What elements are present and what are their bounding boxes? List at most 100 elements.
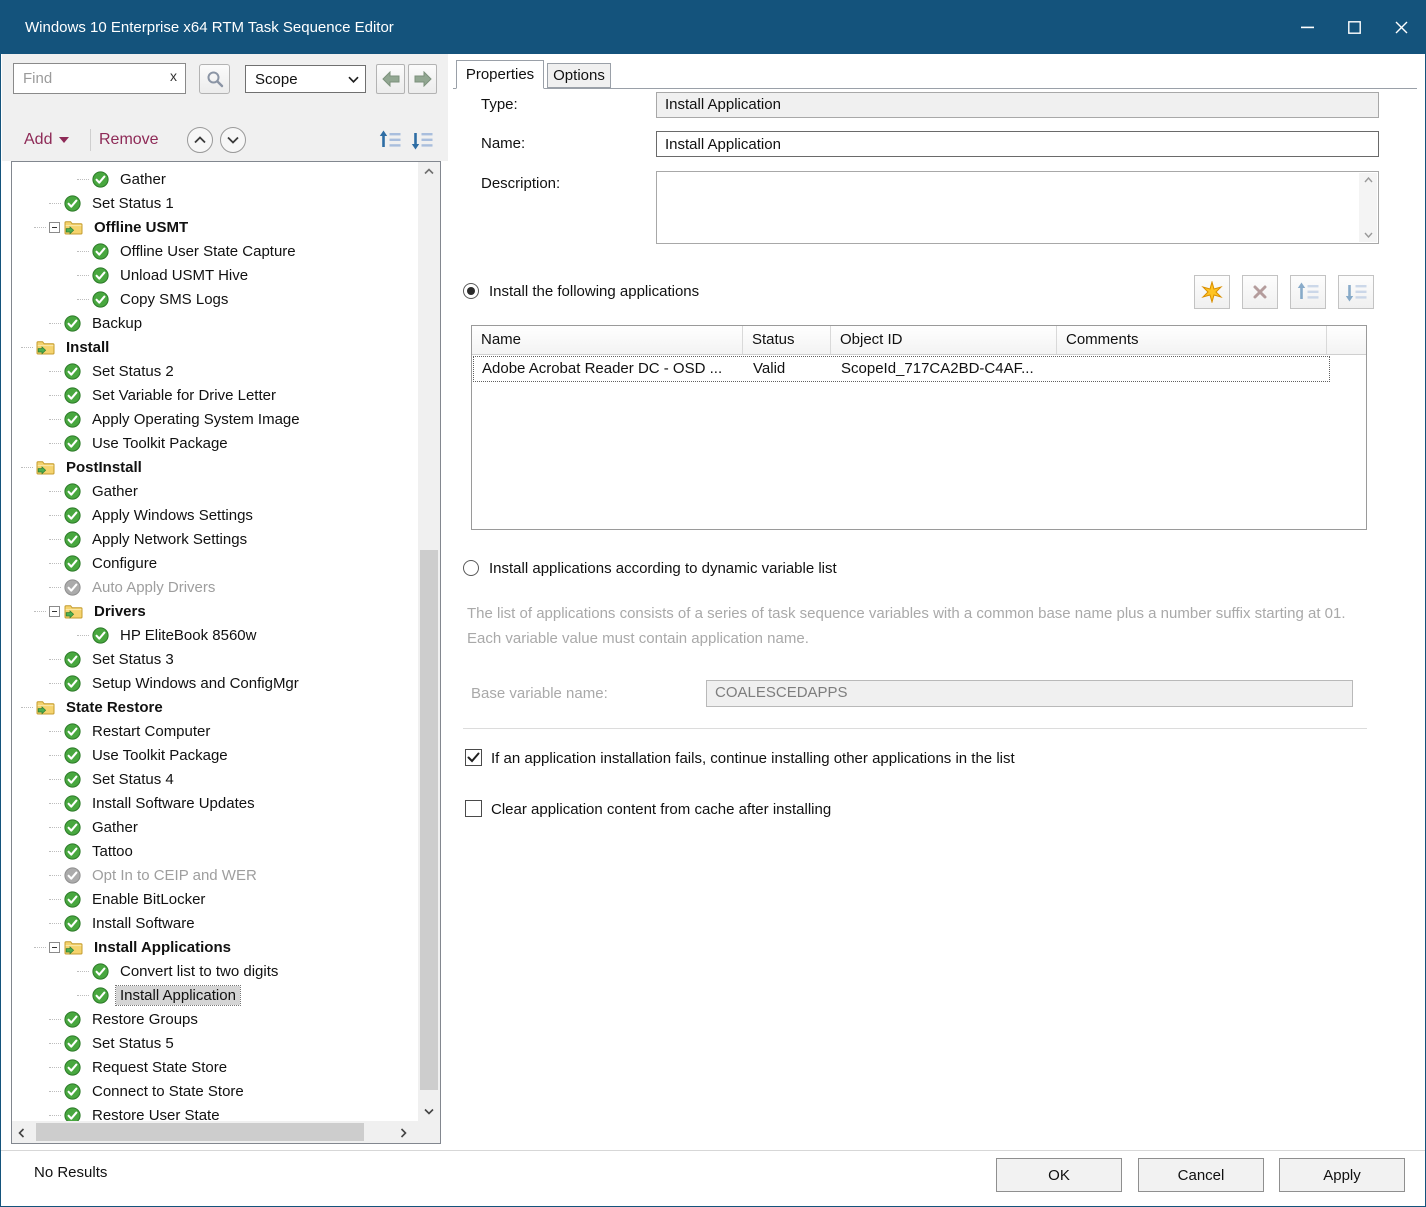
dynamic-list-radio[interactable] xyxy=(463,560,479,576)
tree-item-label: Gather xyxy=(88,482,142,501)
tree-step-row[interactable]: Apply Network Settings xyxy=(12,527,418,551)
tab-options[interactable]: Options xyxy=(547,63,611,88)
find-input[interactable] xyxy=(13,63,186,94)
tree-step-row[interactable]: Set Variable for Drive Letter xyxy=(12,383,418,407)
column-header-status[interactable]: Status xyxy=(743,326,831,354)
move-step-down-button[interactable] xyxy=(410,128,434,152)
tree-step-row[interactable]: Apply Windows Settings xyxy=(12,503,418,527)
install-apps-radio[interactable] xyxy=(463,283,479,299)
tree-step-row[interactable]: Set Status 1 xyxy=(12,191,418,215)
tree-step-row[interactable]: Gather xyxy=(12,815,418,839)
tab-properties[interactable]: Properties xyxy=(456,60,544,89)
tree-group-row[interactable]: Install Applications xyxy=(12,935,418,959)
collapse-toggle-icon[interactable] xyxy=(49,606,60,617)
base-variable-field: COALESCEDAPPS xyxy=(706,680,1353,707)
step-check-icon xyxy=(64,1011,81,1028)
name-label: Name: xyxy=(481,135,525,152)
close-button[interactable] xyxy=(1378,1,1425,54)
name-input[interactable] xyxy=(656,131,1379,157)
tree-vertical-scrollbar[interactable] xyxy=(418,162,440,1121)
tree-step-row[interactable]: Enable BitLocker xyxy=(12,887,418,911)
tree-step-row[interactable]: Offline User State Capture xyxy=(12,239,418,263)
tree-step-row[interactable]: Tattoo xyxy=(12,839,418,863)
collapse-toggle-icon[interactable] xyxy=(49,942,60,953)
tree-connector xyxy=(77,179,89,180)
tree-group-row[interactable]: Offline USMT xyxy=(12,215,418,239)
tree-step-row[interactable]: Set Status 3 xyxy=(12,647,418,671)
maximize-button[interactable] xyxy=(1331,1,1378,54)
tree-step-row[interactable]: Set Status 5 xyxy=(12,1031,418,1055)
tree-horizontal-scroll-thumb[interactable] xyxy=(36,1123,364,1141)
task-sequence-tree: GatherSet Status 1Offline USMTOffline Us… xyxy=(11,161,441,1144)
minimize-button[interactable] xyxy=(1284,1,1331,54)
add-button[interactable]: Add xyxy=(24,127,69,153)
cancel-button[interactable]: Cancel xyxy=(1138,1158,1264,1192)
tree-step-row[interactable]: Set Status 2 xyxy=(12,359,418,383)
navigate-forward-button[interactable] xyxy=(408,64,437,94)
tree-group-row[interactable]: Drivers xyxy=(12,599,418,623)
tree-step-row[interactable]: Opt In to CEIP and WER xyxy=(12,863,418,887)
remove-button[interactable]: Remove xyxy=(99,127,159,153)
tree-step-row[interactable]: Install Software Updates xyxy=(12,791,418,815)
column-header-name[interactable]: Name xyxy=(472,326,743,354)
apply-button[interactable]: Apply xyxy=(1279,1158,1405,1192)
application-cell: Adobe Acrobat Reader DC - OSD ... xyxy=(473,356,744,382)
tree-connector xyxy=(49,1091,61,1092)
tree-group-row[interactable]: State Restore xyxy=(12,695,418,719)
tree-connector xyxy=(49,923,61,924)
tree-group-row[interactable]: Install xyxy=(12,335,418,359)
ok-button[interactable]: OK xyxy=(996,1158,1122,1192)
tree-step-row[interactable]: Restore User State xyxy=(12,1103,418,1121)
new-application-button[interactable] xyxy=(1194,275,1230,309)
navigate-back-button[interactable] xyxy=(376,64,405,94)
tree-step-row[interactable]: Copy SMS Logs xyxy=(12,287,418,311)
delete-application-button[interactable] xyxy=(1242,275,1278,309)
tree-step-row[interactable]: Backup xyxy=(12,311,418,335)
expand-all-button[interactable] xyxy=(220,127,246,153)
scope-dropdown[interactable]: Scope xyxy=(245,65,366,93)
tree-vertical-scroll-thumb[interactable] xyxy=(420,550,438,1090)
tree-step-row[interactable]: Set Status 4 xyxy=(12,767,418,791)
tree-step-row[interactable]: Install Software xyxy=(12,911,418,935)
tree-step-row[interactable]: HP EliteBook 8560w xyxy=(12,623,418,647)
delete-x-icon xyxy=(1251,283,1269,301)
tree-step-row[interactable]: Setup Windows and ConfigMgr xyxy=(12,671,418,695)
tree-step-row[interactable]: Install Application xyxy=(12,983,418,1007)
tree-step-row[interactable]: Unload USMT Hive xyxy=(12,263,418,287)
tree-step-row[interactable]: Request State Store xyxy=(12,1055,418,1079)
tree-step-row[interactable]: Use Toolkit Package xyxy=(12,431,418,455)
application-row[interactable]: Adobe Acrobat Reader DC - OSD ...ValidSc… xyxy=(473,356,1330,382)
scroll-up-icon[interactable] xyxy=(1359,177,1377,183)
move-application-down-button[interactable] xyxy=(1338,275,1374,309)
scroll-left-icon[interactable] xyxy=(18,1128,25,1138)
move-step-up-button[interactable] xyxy=(378,128,402,152)
description-scrollbar[interactable] xyxy=(1359,173,1377,242)
tree-step-row[interactable]: Apply Operating System Image xyxy=(12,407,418,431)
scroll-down-icon[interactable] xyxy=(418,1108,440,1115)
scroll-down-icon[interactable] xyxy=(1359,232,1377,238)
tree-step-row[interactable]: Restore Groups xyxy=(12,1007,418,1031)
tree-horizontal-scrollbar[interactable] xyxy=(12,1121,418,1143)
tree-step-row[interactable]: Auto Apply Drivers xyxy=(12,575,418,599)
tree-step-row[interactable]: Gather xyxy=(12,167,418,191)
move-application-up-button[interactable] xyxy=(1290,275,1326,309)
collapse-toggle-icon[interactable] xyxy=(49,222,60,233)
continue-on-fail-checkbox[interactable] xyxy=(465,749,482,766)
tree-step-row[interactable]: Restart Computer xyxy=(12,719,418,743)
tree-step-row[interactable]: Gather xyxy=(12,479,418,503)
tree-step-row[interactable]: Use Toolkit Package xyxy=(12,743,418,767)
find-clear-icon[interactable]: x xyxy=(170,68,177,84)
tree-item-label: Install Application xyxy=(116,986,240,1005)
search-button[interactable] xyxy=(199,64,230,94)
clear-cache-checkbox[interactable] xyxy=(465,800,482,817)
scroll-up-icon[interactable] xyxy=(418,168,440,175)
tree-step-row[interactable]: Convert list to two digits xyxy=(12,959,418,983)
tree-group-row[interactable]: PostInstall xyxy=(12,455,418,479)
tree-step-row[interactable]: Connect to State Store xyxy=(12,1079,418,1103)
collapse-all-button[interactable] xyxy=(187,127,213,153)
description-textarea[interactable] xyxy=(656,171,1379,244)
column-header-comments[interactable]: Comments xyxy=(1057,326,1327,354)
column-header-object-id[interactable]: Object ID xyxy=(831,326,1057,354)
tree-step-row[interactable]: Configure xyxy=(12,551,418,575)
scroll-right-icon[interactable] xyxy=(400,1128,407,1138)
